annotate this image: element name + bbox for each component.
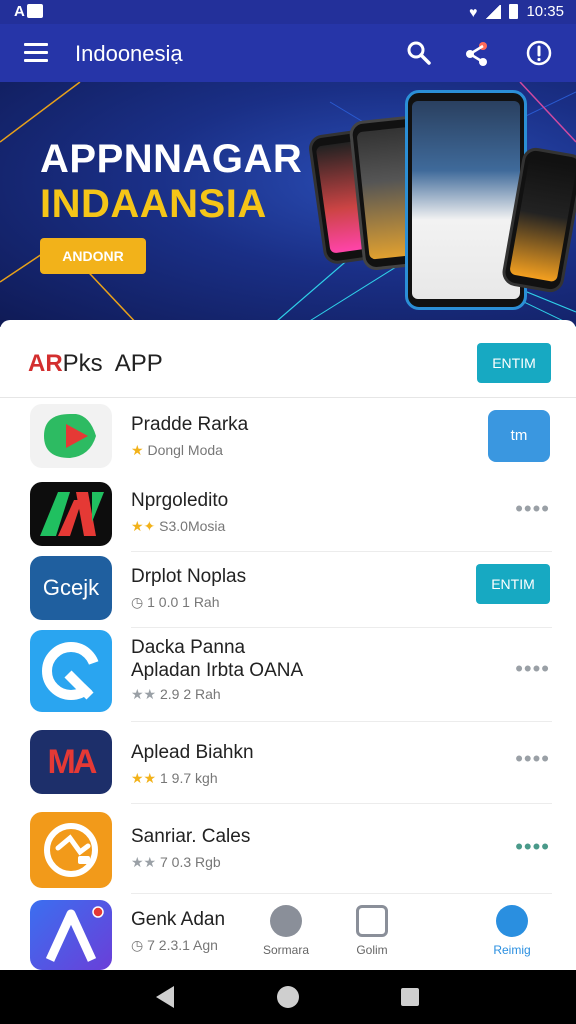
app-bar-title: Indoonesiạ xyxy=(75,41,183,66)
status-time: 10:35 xyxy=(526,3,564,20)
app-icon xyxy=(30,404,112,468)
app-name: Drplot Noplas xyxy=(131,566,247,587)
app-list-item[interactable]: Sanriar. Cales ★★ 7 0.3 Rgb •••• xyxy=(0,804,576,894)
tab-label: Reimig xyxy=(493,943,531,957)
more-options-button[interactable]: •••• xyxy=(515,834,550,860)
share-icon[interactable] xyxy=(462,38,492,68)
app-list-item[interactable]: MA Aplead Biahkn ★★ 1 9.7 kgh •••• xyxy=(0,722,576,804)
more-options-button[interactable]: •••• xyxy=(515,656,550,682)
app-meta: ★★ 1 9.7 kgh xyxy=(131,770,218,786)
app-icon: MA xyxy=(30,730,112,794)
status-left: A xyxy=(14,3,43,20)
app-name: Aplead Biahkn xyxy=(131,742,254,763)
stars-icon: ★★ xyxy=(131,770,157,786)
section-header: ARPks APP ENTIM xyxy=(0,320,576,398)
stars-icon: ★✦ xyxy=(131,518,156,534)
back-icon[interactable] xyxy=(156,986,174,1008)
banner-title-line1: APPNNAGAR xyxy=(40,137,303,181)
app-icon-text: MA xyxy=(47,743,98,781)
star-icon: ★ xyxy=(131,442,144,458)
section-header-button[interactable]: ENTIM xyxy=(477,343,551,383)
search-icon[interactable] xyxy=(404,38,434,68)
app-icon xyxy=(30,482,112,546)
app-name: Sanriar. Cales xyxy=(131,826,251,847)
stars-icon: ★★ xyxy=(131,854,157,870)
app-icon-text: Gcejk xyxy=(42,575,100,600)
stars-icon: ★★ xyxy=(131,686,157,702)
tab-label: Golim xyxy=(356,943,388,957)
tab-reimig[interactable]: Reimig xyxy=(482,905,542,965)
app-meta: ★ Dongl Moda xyxy=(131,442,223,458)
signal-icon xyxy=(485,4,502,19)
app-name-line2: Apladan Irbta OANA xyxy=(131,660,304,681)
app-icon xyxy=(30,812,112,888)
status-right: ♥ 10:35 xyxy=(469,3,564,20)
system-nav-bar xyxy=(0,970,576,1024)
heart-icon: ♥ xyxy=(469,3,478,20)
app-bar: Indoonesiạ xyxy=(0,24,576,82)
status-bar: A ♥ 10:35 xyxy=(0,0,576,24)
clock-icon: ◷ xyxy=(131,594,144,610)
app-meta: ◷ 7 2.3.1 Agn xyxy=(131,937,218,953)
more-options-button[interactable]: •••• xyxy=(515,496,550,522)
app-name: Pradde Rarka xyxy=(131,414,249,435)
tab-sormara[interactable]: Sormara xyxy=(256,905,316,965)
clipboard-icon xyxy=(356,905,388,937)
tab-label: Sormara xyxy=(262,943,309,957)
battery-icon xyxy=(509,4,519,19)
app-name: Nprgoledito xyxy=(131,490,229,511)
app-name: Dacka Panna xyxy=(131,637,246,658)
app-icon xyxy=(30,900,112,970)
home-icon[interactable] xyxy=(277,986,299,1008)
app-action-button[interactable]: ENTIM xyxy=(476,564,550,604)
app-meta: ★★ 2.9 2 Rah xyxy=(131,686,221,702)
app-list-item[interactable]: Pradde Rarka ★ Dongl Moda tm xyxy=(0,400,576,476)
app-name: Genk Adan xyxy=(131,909,226,930)
app-list-item[interactable]: Nprgoledito ★✦ S3.0Mosia •••• xyxy=(0,476,576,552)
menu-icon[interactable] xyxy=(24,43,48,63)
promo-banner[interactable]: APPNNAGAR INDAANSIA ANDONR xyxy=(0,82,576,327)
more-options-button[interactable]: •••• xyxy=(515,746,550,772)
house-icon xyxy=(270,905,302,937)
banner-title-line2: INDAANSIA xyxy=(40,182,267,226)
app-meta: ★✦ S3.0Mosia xyxy=(131,518,226,534)
clock-icon: ◷ xyxy=(131,937,144,953)
app-list-item[interactable]: Gcejk Drplot Noplas ◷ 1 0.0 1 Rah ENTIM xyxy=(0,552,576,628)
app-icon xyxy=(30,630,112,712)
app-action-button[interactable]: tm xyxy=(488,410,550,462)
recents-icon[interactable] xyxy=(401,988,419,1006)
app-meta: ★★ 7 0.3 Rgb xyxy=(131,854,221,870)
info-icon[interactable] xyxy=(524,38,554,68)
sim-icon xyxy=(26,4,43,18)
tab-golim[interactable]: Golim xyxy=(342,905,402,965)
section-title: ARPks APP xyxy=(28,350,163,377)
app-list-item[interactable]: Dacka Panna Apladan Irbta OANA ★★ 2.9 2 … xyxy=(0,628,576,722)
app-meta: ◷ 1 0.0 1 Rah xyxy=(131,594,220,610)
banner-button[interactable]: ANDONR xyxy=(40,238,146,274)
app-icon: Gcejk xyxy=(30,556,112,620)
compass-icon xyxy=(496,905,528,937)
status-a-label: A xyxy=(14,3,25,20)
